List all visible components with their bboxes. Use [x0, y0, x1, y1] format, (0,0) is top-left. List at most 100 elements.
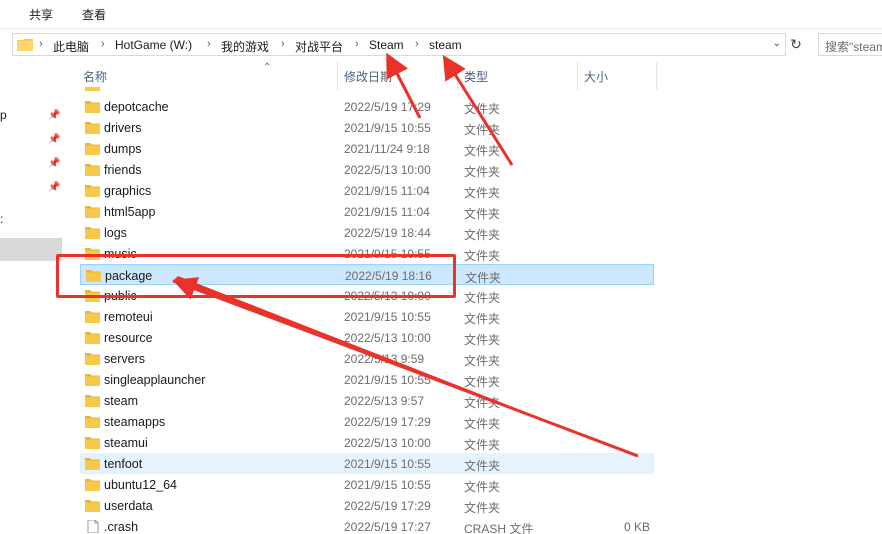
nav-item-label[interactable]: p: [0, 108, 7, 122]
folder-row[interactable]: ubuntu12_64 2021/9/15 10:55 文件夹: [80, 474, 654, 495]
file-name: ubuntu12_64: [104, 478, 177, 492]
file-size: 0 KB: [623, 520, 650, 534]
nav-item-label[interactable]: :: [0, 212, 3, 226]
folder-row[interactable]: tenfoot 2021/9/15 10:55 文件夹: [80, 453, 654, 474]
file-date: 2021/9/15 11:04: [344, 205, 430, 219]
chevron-right-icon: ›: [39, 38, 43, 50]
folder-icon: [85, 500, 100, 512]
folder-icon: [85, 479, 100, 491]
crumb-battle-platform[interactable]: 对战平台: [295, 38, 343, 55]
column-divider[interactable]: [656, 62, 657, 90]
folder-icon: [85, 185, 100, 197]
file-name: graphics: [104, 184, 152, 198]
folder-row[interactable]: dumps 2021/11/24 9:18 文件夹: [80, 138, 654, 159]
file-type: 文件夹: [464, 480, 501, 494]
column-header-name[interactable]: 名称: [83, 68, 107, 85]
folder-icon: [85, 332, 100, 344]
crumb-my-games[interactable]: 我的游戏: [221, 38, 269, 55]
chevron-right-icon: ›: [101, 38, 105, 50]
address-row: › 此电脑 › HotGame (W:) › 我的游戏 › 对战平台 › Ste…: [0, 30, 882, 59]
file-date: 2021/9/15 10:55: [344, 247, 431, 261]
folder-row[interactable]: steamui 2022/5/13 10:00 文件夹: [80, 432, 654, 453]
navigation-pane: p 📌 📌 📌 📌 :: [0, 60, 62, 534]
folder-icon: [85, 374, 100, 386]
folder-icon: [85, 290, 100, 302]
file-name: steamapps: [104, 415, 166, 429]
file-date: 2022/5/19 17:29: [344, 100, 431, 114]
crumb-steam-current[interactable]: steam: [429, 38, 462, 52]
folder-row[interactable]: singleapplauncher 2021/9/15 10:55 文件夹: [80, 369, 654, 390]
file-date: 2021/11/24 9:18: [344, 142, 430, 156]
file-date: 2021/9/15 10:55: [344, 121, 431, 135]
file-icon: [87, 520, 99, 533]
file-type: 文件夹: [464, 459, 501, 473]
folder-icon: [85, 227, 100, 239]
folder-row[interactable]: friends 2022/5/13 10:00 文件夹: [80, 159, 654, 180]
file-date: 2022/5/13 10:00: [344, 331, 431, 345]
column-divider[interactable]: [457, 62, 458, 90]
crumb-this-pc[interactable]: 此电脑: [53, 38, 89, 55]
nav-item-selected[interactable]: [0, 238, 62, 261]
crumb-drive[interactable]: HotGame (W:): [115, 38, 192, 52]
ribbon-tab-view[interactable]: 查看: [82, 6, 106, 23]
file-date: 2022/5/13 9:59: [344, 352, 425, 366]
folder-row[interactable]: public 2022/5/13 10:00 文件夹: [80, 285, 654, 306]
file-date: 2021/9/15 10:55: [344, 478, 431, 492]
folder-row[interactable]: package 2022/5/19 18:16 文件夹: [80, 264, 654, 285]
column-divider[interactable]: [337, 62, 338, 90]
crumb-steam-parent[interactable]: Steam: [369, 38, 404, 52]
folder-row[interactable]: resource 2022/5/13 10:00 文件夹: [80, 327, 654, 348]
folder-row[interactable]: graphics 2021/9/15 11:04 文件夹: [80, 180, 654, 201]
file-date: 2022/5/13 10:00: [344, 289, 431, 303]
column-header-type[interactable]: 类型: [464, 68, 488, 85]
sort-up-icon: ⌃: [263, 62, 272, 73]
file-name: servers: [104, 352, 145, 366]
pin-icon: 📌: [48, 110, 61, 121]
folder-icon: [85, 416, 100, 428]
file-row[interactable]: .crash 2022/5/19 17:27 CRASH 文件 0 KB: [80, 516, 654, 534]
column-header-row: ⌃ 名称 修改日期 类型 大小: [62, 62, 882, 92]
file-type: 文件夹: [464, 438, 501, 452]
ribbon-tab-share[interactable]: 共享: [29, 6, 53, 23]
folder-icon: [86, 270, 101, 282]
folder-icon: [85, 248, 100, 260]
file-name: resource: [104, 331, 153, 345]
file-name: userdata: [104, 499, 153, 513]
chevron-right-icon: ›: [281, 38, 285, 50]
file-name: singleapplauncher: [104, 373, 206, 387]
folder-row[interactable]: depotcache 2022/5/19 17:29 文件夹: [80, 96, 654, 117]
column-header-date[interactable]: 修改日期: [344, 68, 392, 85]
folder-row[interactable]: remoteui 2021/9/15 10:55 文件夹: [80, 306, 654, 327]
file-type: 文件夹: [464, 249, 501, 263]
file-type: 文件夹: [464, 123, 501, 137]
folder-row[interactable]: music 2021/9/15 10:55 文件夹: [80, 243, 654, 264]
file-name: tenfoot: [104, 457, 143, 471]
folder-row[interactable]: userdata 2022/5/19 17:29 文件夹: [80, 495, 654, 516]
folder-row[interactable]: logs 2022/5/19 18:44 文件夹: [80, 222, 654, 243]
chevron-down-icon[interactable]: ⌄: [773, 38, 781, 49]
folder-icon: [85, 458, 100, 470]
file-name: html5app: [104, 205, 156, 219]
column-header-size[interactable]: 大小: [584, 68, 608, 85]
folder-icon: [85, 395, 100, 407]
file-type: 文件夹: [464, 186, 501, 200]
folder-row[interactable]: html5app 2021/9/15 11:04 文件夹: [80, 201, 654, 222]
file-name: logs: [104, 226, 127, 240]
file-date: 2021/9/15 10:55: [344, 457, 431, 471]
file-type: 文件夹: [464, 354, 501, 368]
address-bar[interactable]: › 此电脑 › HotGame (W:) › 我的游戏 › 对战平台 › Ste…: [12, 33, 786, 56]
file-name: steamui: [104, 436, 148, 450]
folder-row[interactable]: servers 2022/5/13 9:59 文件夹: [80, 348, 654, 369]
folder-row[interactable]: steamapps 2022/5/19 17:29 文件夹: [80, 411, 654, 432]
refresh-icon[interactable]: ↻: [788, 35, 804, 53]
search-input[interactable]: 搜索"steam": [818, 33, 882, 56]
column-divider[interactable]: [577, 62, 578, 90]
folder-icon: [85, 143, 100, 155]
folder-icon: [17, 39, 33, 51]
folder-row[interactable]: steam 2022/5/13 9:57 文件夹: [80, 390, 654, 411]
file-name: steam: [104, 394, 139, 408]
folder-row[interactable]: drivers 2021/9/15 10:55 文件夹: [80, 117, 654, 138]
folder-icon: [85, 87, 100, 91]
chevron-right-icon: ›: [207, 38, 211, 50]
file-name: friends: [104, 163, 142, 177]
